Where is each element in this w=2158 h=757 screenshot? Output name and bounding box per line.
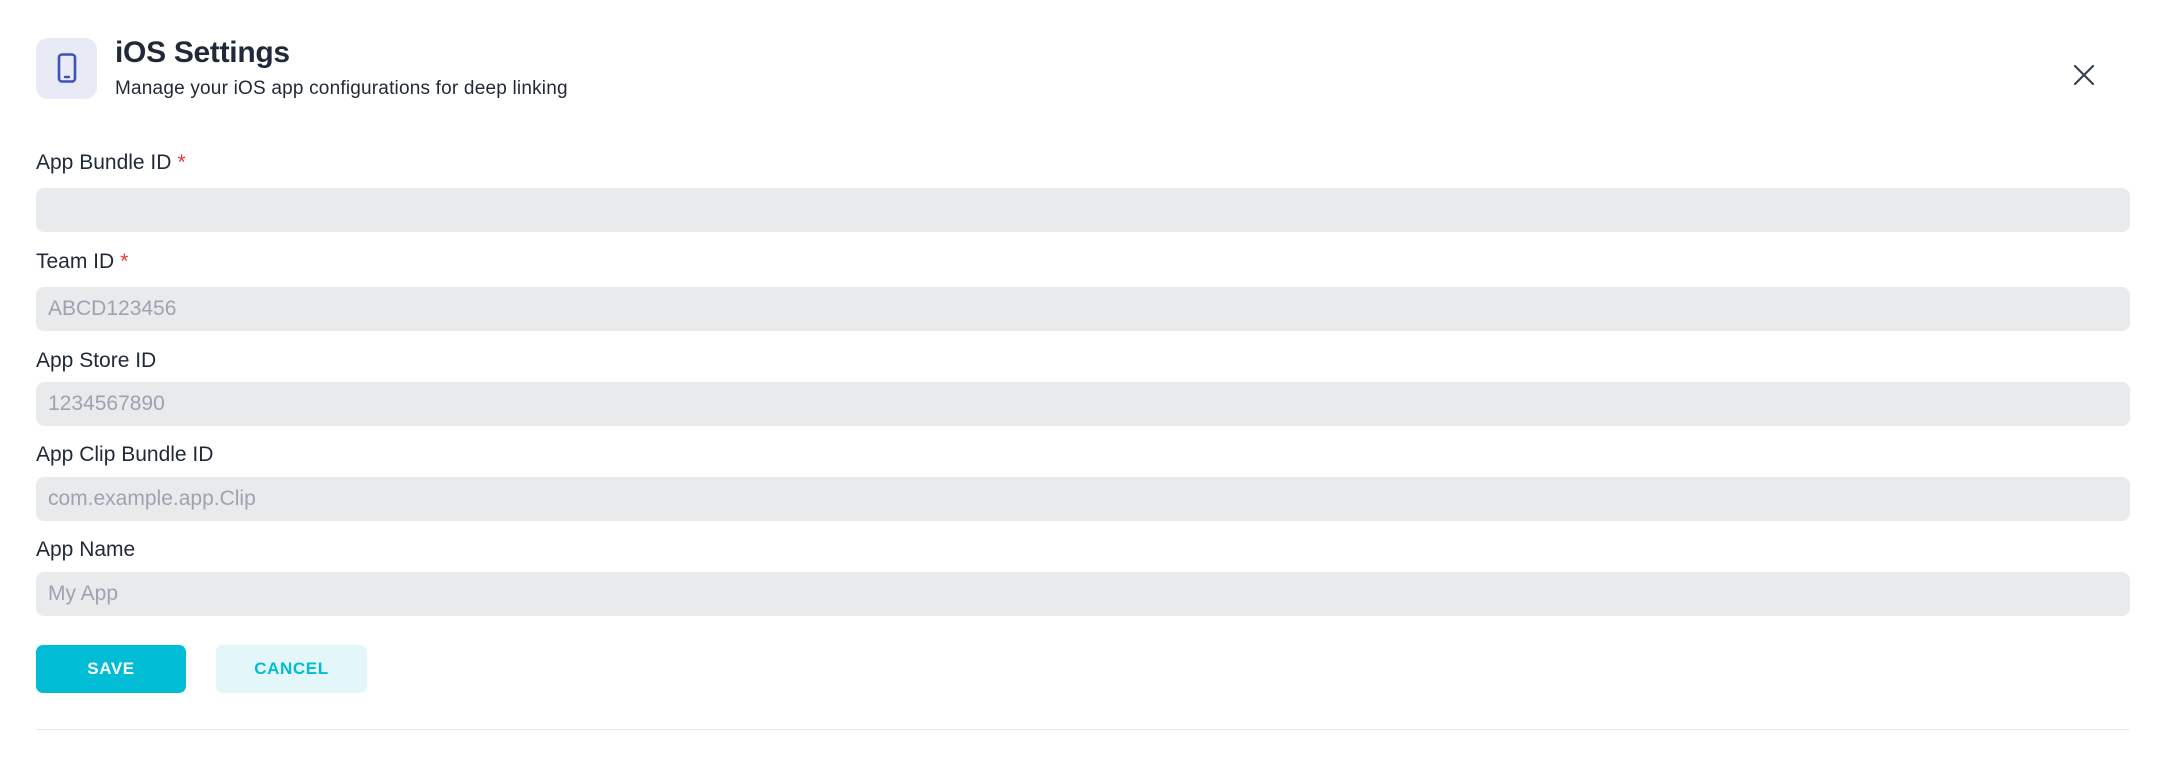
- app-store-id-label: App Store ID: [36, 349, 156, 373]
- app-clip-bundle-id-label: App Clip Bundle ID: [36, 443, 213, 467]
- page-title: iOS Settings: [115, 36, 290, 69]
- app-bundle-id-label-text: App Bundle ID: [36, 151, 172, 174]
- app-clip-bundle-id-label-text: App Clip Bundle ID: [36, 443, 214, 466]
- required-indicator: *: [177, 151, 186, 174]
- close-icon[interactable]: [2073, 64, 2095, 86]
- smartphone-icon-graphic: [57, 53, 76, 83]
- app-bundle-id-label: App Bundle ID *: [36, 151, 186, 175]
- required-indicator: *: [120, 250, 129, 273]
- app-name-input[interactable]: [36, 572, 2130, 616]
- save-button[interactable]: SAVE: [36, 645, 186, 693]
- page-subtitle: Manage your iOS app configurations for d…: [115, 78, 568, 99]
- app-store-id-label-text: App Store ID: [36, 349, 157, 372]
- app-name-label: App Name: [36, 538, 135, 562]
- app-store-id-input[interactable]: [36, 382, 2130, 426]
- app-name-label-text: App Name: [36, 538, 136, 561]
- team-id-label: Team ID *: [36, 250, 128, 274]
- panel-header: iOS Settings Manage your iOS app configu…: [36, 36, 568, 100]
- app-bundle-id-input[interactable]: [36, 188, 2130, 232]
- close-button[interactable]: [2068, 59, 2100, 91]
- cancel-button[interactable]: CANCEL: [216, 645, 367, 693]
- header-text: iOS Settings Manage your iOS app configu…: [115, 36, 568, 100]
- team-id-input[interactable]: [36, 287, 2130, 331]
- footer-divider: [36, 729, 2130, 730]
- smartphone-icon: [36, 37, 97, 99]
- ios-settings-panel: iOS Settings Manage your iOS app configu…: [0, 0, 2158, 757]
- app-clip-bundle-id-input[interactable]: [36, 477, 2130, 521]
- team-id-label-text: Team ID: [36, 250, 115, 273]
